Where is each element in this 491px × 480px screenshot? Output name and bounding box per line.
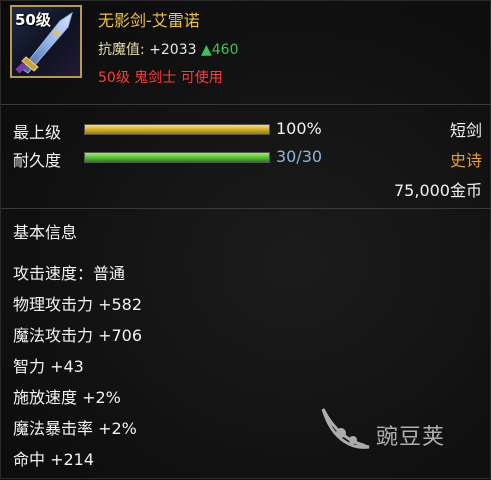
item-icon[interactable]: 50级 xyxy=(10,5,82,78)
header-divider xyxy=(1,104,491,105)
basic-info-title: 基本信息 xyxy=(13,223,78,242)
item-rarity: 史诗 xyxy=(449,151,482,170)
attribute-list: 攻击速度：普通 物理攻击力 +582 魔法攻击力 +706 智力 +43 施放速… xyxy=(13,263,142,480)
attr-magic-attack: 魔法攻击力 +706 xyxy=(13,326,143,345)
item-name: 无影剑-艾雷诺 xyxy=(98,11,200,30)
magic-defense-increase: ▲460 xyxy=(200,42,239,58)
item-tooltip: 50级 无影剑-艾雷诺 抗魔值: +2033 ▲460 50级 鬼剑士 可使用 … xyxy=(0,0,491,479)
attr-intelligence: 智力 +43 xyxy=(13,357,84,376)
watermark-text: 豌豆荚 xyxy=(376,425,446,450)
item-type: 短剑 xyxy=(449,121,482,140)
info-divider xyxy=(1,208,491,209)
attr-cast-speed: 施放速度 +2% xyxy=(13,388,121,407)
attr-hit-rate: 命中 +214 xyxy=(13,450,95,469)
durability-value: 30/30 xyxy=(276,147,323,166)
grade-bar-fill xyxy=(85,125,269,134)
durability-bar-fill xyxy=(85,153,269,162)
usage-requirement: 50级 鬼剑士 可使用 xyxy=(98,70,223,86)
pea-pod-logo-icon xyxy=(321,408,370,449)
attr-physical-attack: 物理攻击力 +582 xyxy=(13,295,143,314)
grade-label: 最上级 xyxy=(13,123,62,142)
durability-label: 耐久度 xyxy=(13,151,62,170)
grade-bar xyxy=(84,124,270,135)
magic-defense-value: +2033 xyxy=(149,42,197,58)
item-icon-level: 50级 xyxy=(15,11,51,29)
grade-value: 100% xyxy=(276,119,322,138)
magic-defense-line: 抗魔值: +2033 ▲460 xyxy=(98,39,238,59)
attr-magic-crit: 魔法暴击率 +2% xyxy=(13,419,137,438)
durability-bar xyxy=(84,152,270,163)
attr-attack-speed: 攻击速度：普通 xyxy=(13,264,126,283)
magic-defense-label: 抗魔值: xyxy=(98,42,145,58)
item-price: 75,000金币 xyxy=(394,181,482,200)
